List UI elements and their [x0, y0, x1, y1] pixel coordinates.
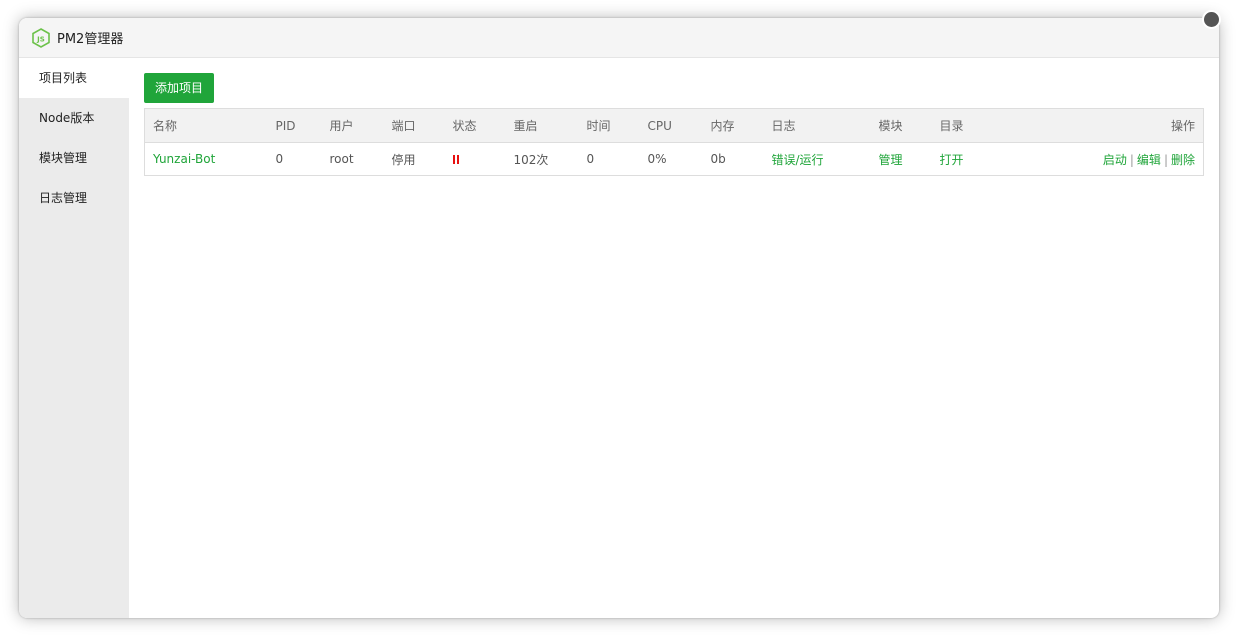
- log-link[interactable]: 错误/运行: [772, 153, 824, 167]
- column-header-actions: 操作: [1011, 108, 1204, 143]
- actions-cell: 启动 | 编辑 | 删除: [1012, 143, 1204, 176]
- pause-icon[interactable]: [452, 155, 460, 164]
- open-dir-link[interactable]: 打开: [940, 153, 964, 167]
- time-cell: 0: [586, 152, 595, 166]
- action-separator: |: [1129, 152, 1134, 167]
- column-header-time: 时间: [578, 108, 640, 143]
- add-project-button[interactable]: 添加项目: [144, 73, 214, 103]
- main-panel: 添加项目 名称 PID 用户 端口 状态 重启 时间 CPU 内存 日志 模块: [144, 58, 1204, 618]
- app-title: PM2管理器: [57, 32, 124, 47]
- module-manage-link[interactable]: 管理: [879, 153, 903, 167]
- sidebar-item-node-version[interactable]: Node版本: [19, 98, 129, 138]
- project-name-link[interactable]: Yunzai-Bot: [153, 152, 215, 166]
- sidebar-item-project-list[interactable]: 项目列表: [19, 58, 129, 98]
- content-area: 项目列表 Node版本 模块管理 日志管理 添加项目 名称 PID 用户 端口 …: [19, 58, 1219, 618]
- delete-link[interactable]: 删除: [1171, 153, 1195, 167]
- cpu-cell: 0%: [647, 152, 667, 166]
- column-header-log: 日志: [763, 108, 871, 143]
- column-header-status: 状态: [444, 108, 506, 143]
- sidebar-item-log-manage[interactable]: 日志管理: [19, 178, 129, 218]
- project-table: 名称 PID 用户 端口 状态 重启 时间 CPU 内存 日志 模块 目录 操作: [144, 108, 1204, 176]
- restart-count-cell: 102次: [513, 152, 549, 167]
- table-row: Yunzai-Bot 0 root 停用 102次 0 0% 0b 错误/运行 …: [145, 143, 1204, 176]
- column-header-pid: PID: [267, 108, 322, 143]
- column-header-port: 端口: [383, 108, 445, 143]
- column-header-name: 名称: [144, 108, 268, 143]
- user-cell: root: [329, 152, 354, 166]
- nodejs-icon: JS: [32, 27, 50, 48]
- app-window: JS PM2管理器 项目列表 Node版本 模块管理 日志管理 添加项目 名称 …: [19, 18, 1219, 618]
- close-icon[interactable]: [1204, 12, 1219, 27]
- title-bar: JS PM2管理器: [19, 18, 1219, 58]
- sidebar-item-module-manage[interactable]: 模块管理: [19, 138, 129, 178]
- column-header-memory: 内存: [702, 108, 764, 143]
- column-header-cpu: CPU: [639, 108, 703, 143]
- sidebar: 项目列表 Node版本 模块管理 日志管理: [19, 58, 129, 618]
- column-header-restart: 重启: [505, 108, 579, 143]
- port-cell: 停用: [391, 152, 416, 167]
- column-header-dir: 目录: [931, 108, 1012, 143]
- svg-text:JS: JS: [36, 35, 45, 43]
- column-header-user: 用户: [321, 108, 384, 143]
- edit-link[interactable]: 编辑: [1137, 153, 1161, 167]
- memory-cell: 0b: [710, 152, 726, 166]
- column-header-module: 模块: [870, 108, 932, 143]
- table-header-row: 名称 PID 用户 端口 状态 重启 时间 CPU 内存 日志 模块 目录 操作: [144, 108, 1204, 143]
- pid-cell: 0: [275, 152, 284, 166]
- action-separator: |: [1163, 152, 1168, 167]
- start-link[interactable]: 启动: [1103, 153, 1127, 167]
